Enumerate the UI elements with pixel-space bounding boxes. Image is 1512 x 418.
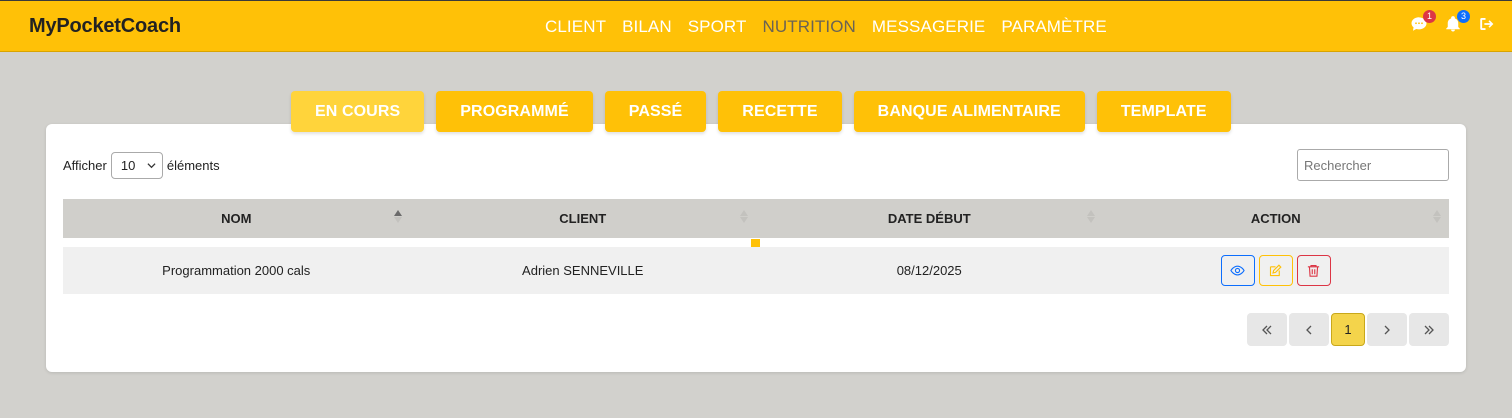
first-page-button[interactable] [1247, 313, 1287, 346]
nutrition-tabs: EN COURS PROGRAMMÉ PASSÉ RECETTE BANQUE … [291, 91, 1231, 132]
edit-icon [1270, 264, 1282, 277]
tab-en-cours[interactable]: EN COURS [291, 91, 425, 132]
tab-programme[interactable]: PROGRAMMÉ [436, 91, 593, 132]
double-chevron-left-icon [1262, 325, 1272, 334]
main-nav: CLIENT BILAN SPORT NUTRITION MESSAGERIE … [545, 17, 1123, 37]
nav-item-parametre[interactable]: PARAMÈTRE [1001, 17, 1106, 37]
nav-item-client[interactable]: CLIENT [545, 17, 606, 37]
nav-item-bilan[interactable]: BILAN [622, 17, 672, 37]
nav-item-nutrition[interactable]: NUTRITION [762, 17, 855, 37]
content-card: Afficher 10 éléments NOM CLIENT DATE DÉB… [46, 124, 1466, 372]
eye-icon [1230, 265, 1245, 276]
cell-actions [1103, 247, 1450, 294]
column-header-nom[interactable]: NOM [63, 199, 410, 238]
chevron-left-icon [1306, 325, 1312, 334]
chevron-right-icon [1384, 325, 1390, 334]
column-header-action[interactable]: ACTION [1103, 199, 1450, 238]
table-row: Programmation 2000 cals Adrien SENNEVILL… [63, 247, 1449, 294]
cell-client: Adrien SENNEVILLE [522, 263, 644, 278]
column-header-date-debut[interactable]: DATE DÉBUT [756, 199, 1103, 238]
nav-item-messagerie[interactable]: MESSAGERIE [872, 17, 985, 37]
nav-item-sport[interactable]: SPORT [688, 17, 747, 37]
search-input[interactable] [1297, 149, 1449, 181]
show-label: Afficher [63, 158, 107, 173]
notifications-button[interactable]: 3 [1444, 10, 1470, 35]
table-header: NOM CLIENT DATE DÉBUT ACTION [63, 199, 1449, 238]
tab-passe[interactable]: PASSÉ [604, 91, 707, 132]
column-header-client[interactable]: CLIENT [410, 199, 757, 238]
processing-indicator [751, 239, 760, 247]
sort-icon [393, 210, 402, 223]
logout-button[interactable] [1478, 15, 1498, 35]
tab-recette[interactable]: RECETTE [718, 91, 842, 132]
double-chevron-right-icon [1424, 325, 1434, 334]
trash-icon [1308, 264, 1320, 277]
edit-button[interactable] [1258, 255, 1293, 286]
notifications-badge: 3 [1457, 10, 1470, 23]
delete-button[interactable] [1296, 255, 1331, 286]
messages-button[interactable]: 1 [1410, 10, 1436, 35]
chevron-down-icon [147, 163, 156, 169]
previous-page-button[interactable] [1289, 313, 1329, 346]
brand-logo[interactable]: MyPocketCoach [29, 15, 181, 38]
nav-icons: 1 3 [1410, 10, 1498, 35]
tab-banque-alimentaire[interactable]: BANQUE ALIMENTAIRE [853, 91, 1085, 132]
page-length-control: Afficher 10 éléments [63, 152, 220, 179]
sort-icon [1086, 210, 1095, 223]
sort-icon [1433, 210, 1441, 223]
page-length-value: 10 [120, 158, 136, 173]
cell-date-debut: 08/12/2025 [896, 263, 962, 278]
next-page-button[interactable] [1367, 313, 1407, 346]
messages-badge: 1 [1423, 10, 1436, 23]
pagination: 1 [1247, 313, 1449, 346]
cell-nom: Programmation 2000 cals [162, 263, 311, 278]
sort-icon [740, 210, 748, 223]
top-navbar: MyPocketCoach CLIENT BILAN SPORT NUTRITI… [0, 0, 1512, 52]
page-button-1[interactable]: 1 [1331, 313, 1365, 346]
page-length-select[interactable]: 10 [110, 152, 163, 179]
last-page-button[interactable] [1409, 313, 1449, 346]
entries-label: éléments [166, 158, 220, 173]
tab-template[interactable]: TEMPLATE [1096, 91, 1231, 132]
view-button[interactable] [1220, 255, 1255, 286]
logout-icon [1480, 18, 1494, 30]
